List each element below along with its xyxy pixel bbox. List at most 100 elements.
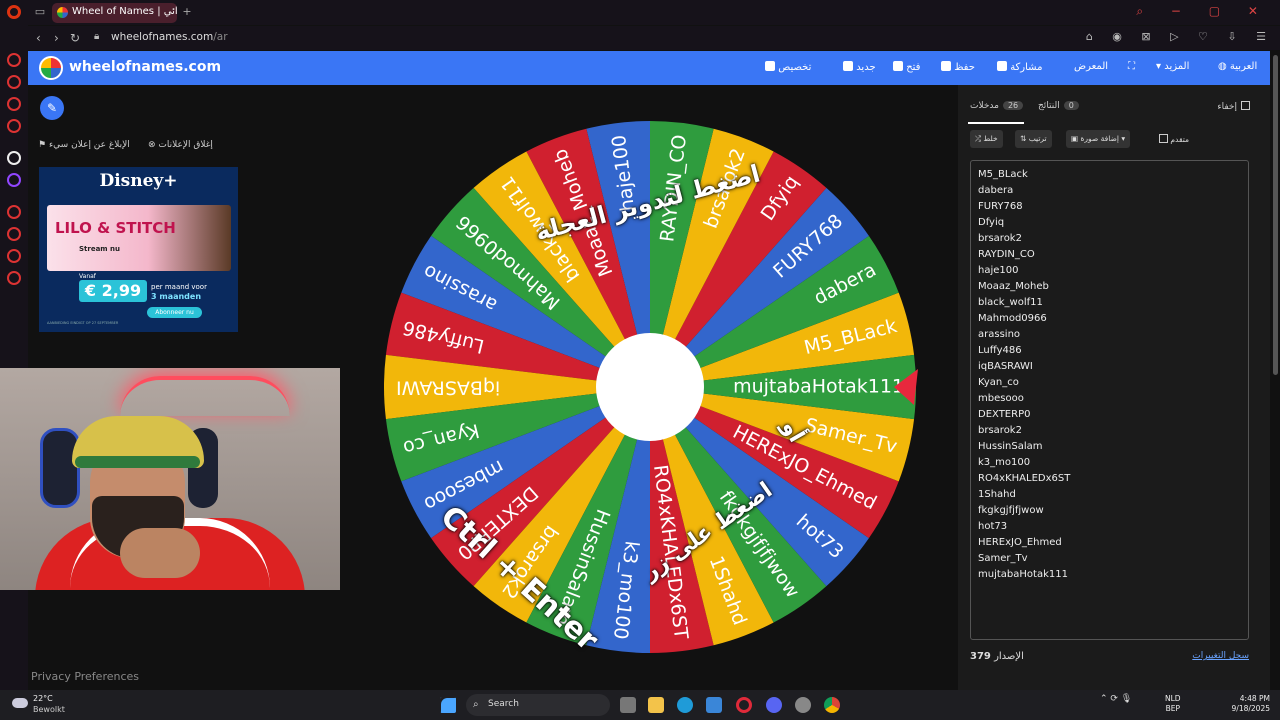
entry-line: iqBASRAWI [978,361,1033,372]
entry-line: k3_mo100 [978,457,1031,468]
advertisement-banner[interactable]: Disney+ LILO & STITCH Stream nu Vanaf € … [39,167,238,332]
edit-pencil-button[interactable]: ✎ [40,96,64,120]
browser-tab-active[interactable]: Wheel of Names | عجلة العشوائي [52,3,177,23]
site-header: wheelofnames.com تخصيص جديد فتح حفظ مشار… [28,51,1270,85]
results-count-badge: 0 [1063,101,1079,110]
start-icon[interactable] [440,697,456,713]
entry-line: brsarok2 [978,425,1022,436]
wheel-favicon-icon [57,7,68,18]
add-image-button[interactable]: ▣ إضافة صورة ▾ [1066,130,1131,148]
cloud-icon[interactable] [12,698,28,708]
shuffle-button[interactable]: ⤮ خلط [970,130,1003,148]
entries-panel: مدخلات 26 النتائج 0 إخفاء ⤮ خلط ⇅ ترتيب ▣ … [958,85,1270,690]
window-controls[interactable]: ⌕ − ▢ ✕ [1136,4,1270,19]
taskbar-search[interactable]: ⌕ Search [466,694,610,716]
open-button[interactable]: فتح [888,61,920,73]
checkbox-icon [1241,101,1250,110]
reload-icon[interactable]: ↻ [70,31,80,45]
wheel-hub[interactable] [596,333,704,441]
address-toolbar-icons[interactable]: ⌂ ◉ ⊠ ▷ ♡ ⇩ ☰ [1086,30,1274,43]
entry-line: mbesooo [978,393,1024,404]
share-button[interactable]: مشاركة [992,61,1042,73]
opera-gx-icon[interactable] [736,697,752,713]
weather-desc[interactable]: Bewolkt [33,705,65,714]
sidebar-mail-icon[interactable] [7,119,21,133]
sidebar-player-icon[interactable] [7,205,21,219]
entry-line: dabera [978,185,1014,196]
close-ads-link[interactable]: ⊗ إغلاق الإعلانات [148,140,213,150]
sidebar-messenger-icon[interactable] [7,97,21,111]
sidebar-history-icon[interactable] [7,227,21,241]
entry-line: hot73 [978,521,1008,532]
globe-icon: ◍ [1218,61,1227,72]
ad-image: LILO & STITCH Stream nu [47,205,231,271]
report-ad-link[interactable]: ⚑ الإبلاغ عن إعلان سيء [38,140,130,150]
page-scrollbar[interactable] [1273,55,1278,375]
sidebar-extensions-icon[interactable] [7,249,21,263]
ad-title: LILO & STITCH [55,219,176,237]
settings-icon[interactable] [795,697,811,713]
url-domain: wheelofnames.com [111,31,214,43]
discord-icon[interactable] [766,697,782,713]
palette-icon [765,61,775,71]
site-logo-icon[interactable] [39,56,63,80]
entries-toolbar: ⤮ خلط ⇅ ترتيب ▣ إضافة صورة ▾ متقدم [970,130,1260,148]
clock[interactable]: 4:48 PM 9/18/2025 [1226,694,1270,714]
share-icon [997,61,1007,71]
file-explorer-icon[interactable] [648,697,664,713]
forward-icon[interactable]: › [54,31,59,45]
changelog-link[interactable]: سجل التغييرات [1192,651,1249,661]
customize-button[interactable]: تخصيص [760,61,811,73]
flag-icon: ⚑ [38,140,47,150]
ad-stream-label: Stream nu [79,245,121,253]
entry-line: arassino [978,329,1021,340]
address-bar-row: ‹ › ↻ 🔒︎ wheelofnames.com/ar ⌂ ◉ ⊠ ▷ ♡ ⇩… [28,26,1280,50]
entry-line: black_wolf11 [978,297,1043,308]
entry-line: Samer_Tv [978,553,1028,564]
wheel-of-names[interactable]: M5_BLackdaberaFURY768Dfyiqbrsarok2RAYDIN… [382,119,918,655]
panel-footer: 379 الإصدار سجل التغييرات [970,651,1249,667]
entry-line: Dfyiq [978,217,1005,228]
wheel-slice-label: mujtabaHotak111 [733,376,904,398]
chrome-icon[interactable] [824,697,840,713]
save-button[interactable]: حفظ [936,61,975,73]
language-indicator[interactable]: NLD BEP [1165,694,1181,714]
opera-logo-icon[interactable] [7,5,21,19]
language-menu[interactable]: ◍ العربية [1218,61,1257,72]
privacy-preferences-link[interactable]: Privacy Preferences [31,670,139,683]
hide-checkbox[interactable]: إخفاء [1217,101,1250,112]
sort-button[interactable]: ⇅ ترتيب [1015,130,1052,148]
sidebar-twitch-icon[interactable] [7,173,21,187]
site-name[interactable]: wheelofnames.com [69,59,221,75]
tab-results[interactable]: النتائج 0 [1038,101,1079,111]
fullscreen-icon[interactable]: ⛶ [1128,61,1135,72]
weather-temp[interactable]: 22°C [33,694,53,703]
edge-icon[interactable] [677,697,693,713]
sidebar-shop-icon[interactable] [7,75,21,89]
more-menu[interactable]: ▾ المزيد [1156,61,1189,72]
url-field[interactable]: wheelofnames.com/ar [111,31,228,43]
advanced-checkbox[interactable]: متقدم [1150,130,1194,148]
sidebar-gx-icon[interactable] [7,151,21,165]
store-icon[interactable] [706,697,722,713]
image-icon: ▣ [1071,134,1079,143]
gallery-button[interactable]: المعرض [1074,61,1108,72]
system-tray-icons[interactable]: ⌃ ⟳ 🎙︎ [1100,694,1132,704]
entry-line: RAYDIN_CO [978,249,1035,260]
entries-textarea[interactable]: M5_BLack dabera FURY768 Dfyiq brsarok2 RAYDIN… [970,160,1249,640]
entry-line: Luffy486 [978,345,1022,356]
tab-entries[interactable]: مدخلات 26 [970,101,1024,111]
task-view-icon[interactable] [620,697,636,713]
close-icon: ⊗ [148,140,156,150]
entry-line: haje100 [978,265,1019,276]
ad-subscribe-button[interactable]: Abonneer nu [147,307,202,318]
sidebar-ai-icon[interactable] [7,53,21,67]
wheel-container[interactable]: M5_BLack dabera FURY768 Dfyiq brsarok2 RAYDIN… [382,119,918,658]
webcam-overlay [0,368,340,590]
new-button[interactable]: جديد [838,61,876,73]
sort-icon: ⇅ [1020,134,1027,143]
sidebar-settings-icon[interactable] [7,271,21,285]
new-tab-button[interactable]: + [180,5,194,19]
tab-menu-icon[interactable]: ▭ [33,5,47,19]
back-icon[interactable]: ‹ [36,31,41,45]
